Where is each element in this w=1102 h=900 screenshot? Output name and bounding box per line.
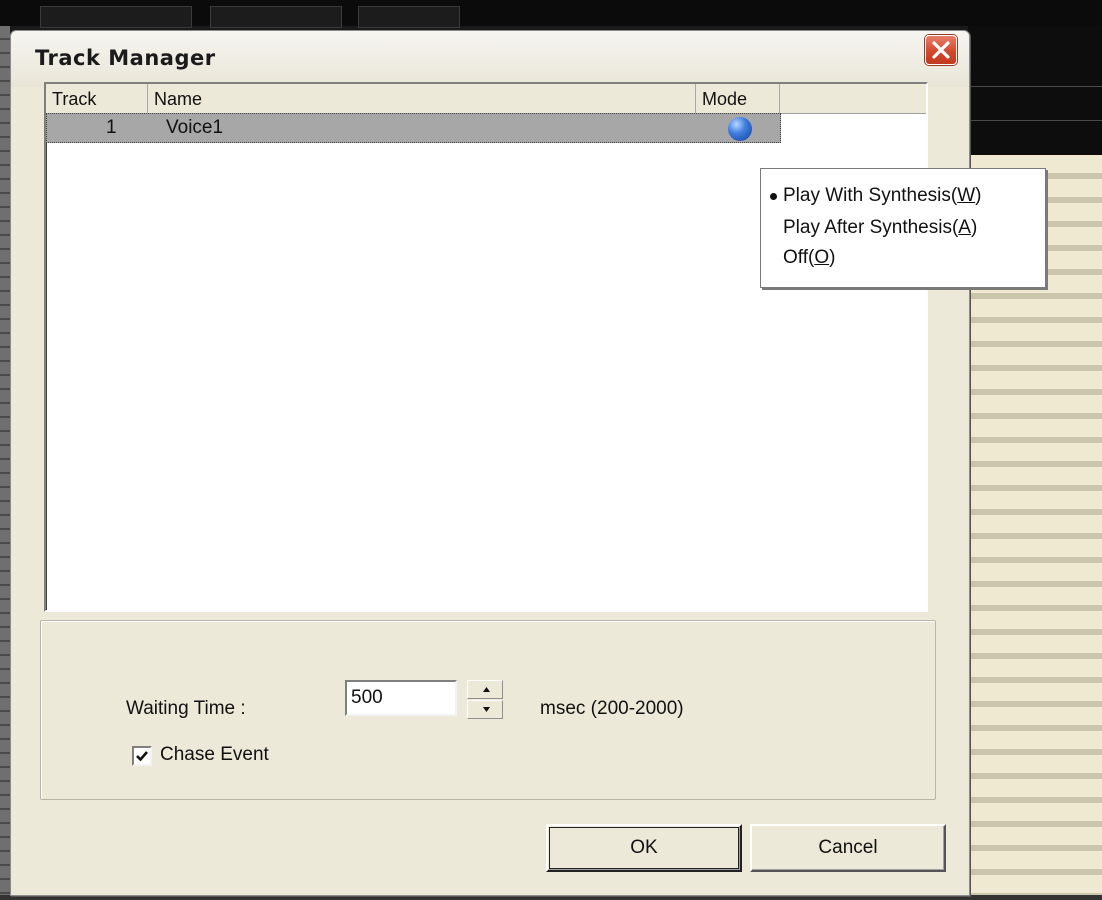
background-left-edge xyxy=(0,26,10,900)
chase-event-checkbox[interactable] xyxy=(132,746,152,766)
mode-context-menu: Play With Synthesis(W) Play After Synthe… xyxy=(760,168,1046,288)
menu-item-off[interactable]: Off(O) xyxy=(783,243,835,273)
mode-icon[interactable] xyxy=(728,117,752,141)
title-bar[interactable]: Track Manager xyxy=(11,31,969,87)
background-display-cell xyxy=(40,6,192,28)
chase-event-label[interactable]: Chase Event xyxy=(160,744,269,766)
spin-up-button[interactable] xyxy=(467,680,503,699)
track-number: 1 xyxy=(106,117,117,138)
window-title: Track Manager xyxy=(35,46,216,70)
track-name: Voice1 xyxy=(166,117,224,138)
checkmark-icon xyxy=(136,751,148,762)
menu-item-play-with-synthesis[interactable]: Play With Synthesis(W) xyxy=(783,181,982,211)
track-list[interactable]: Track Name Mode 1 Voice1 xyxy=(44,82,928,612)
close-icon xyxy=(932,41,950,59)
cancel-button[interactable]: Cancel xyxy=(750,824,946,872)
waiting-time-input[interactable] xyxy=(345,680,457,716)
column-header-name[interactable]: Name xyxy=(148,84,696,113)
menu-item-play-after-synthesis[interactable]: Play After Synthesis(A) xyxy=(783,213,977,243)
background-app-toolbar xyxy=(0,0,1102,28)
column-header-track[interactable]: Track xyxy=(46,84,148,113)
arrow-down-icon xyxy=(483,707,490,712)
waiting-time-range: msec (200-2000) xyxy=(540,698,684,719)
background-display-cell xyxy=(358,6,460,28)
spin-down-button[interactable] xyxy=(467,700,503,719)
background-display-cell xyxy=(210,6,342,28)
column-header-mode[interactable]: Mode xyxy=(696,84,780,113)
ok-button[interactable]: OK xyxy=(546,824,742,872)
close-button[interactable] xyxy=(925,35,957,65)
waiting-time-spinner[interactable] xyxy=(467,680,503,720)
arrow-up-icon xyxy=(483,687,490,692)
waiting-time-label: Waiting Time : xyxy=(126,698,246,719)
selected-bullet-icon xyxy=(770,193,777,200)
track-list-header: Track Name Mode xyxy=(46,84,926,114)
track-row[interactable]: 1 Voice1 xyxy=(46,113,781,143)
